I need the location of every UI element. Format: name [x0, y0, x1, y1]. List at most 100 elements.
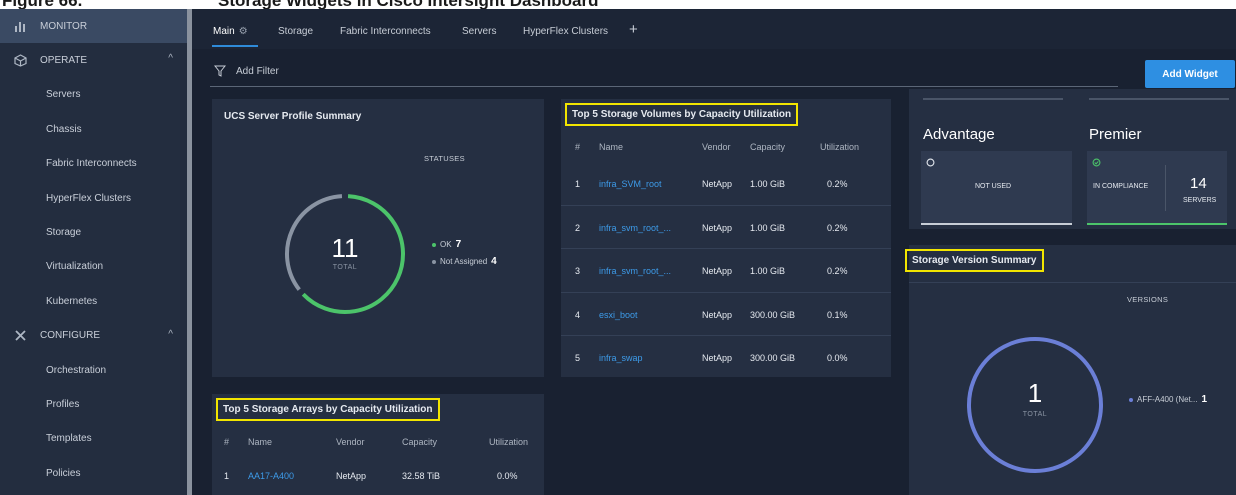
widget-title: Storage Version Summary	[905, 249, 1044, 272]
gear-icon[interactable]: ⚙	[239, 26, 248, 37]
sidebar-item-label: Policies	[46, 467, 81, 479]
sidebar-item-label: Chassis	[46, 123, 82, 135]
widget-title: Top 5 Storage Arrays by Capacity Utiliza…	[216, 398, 440, 421]
volume-name-link[interactable]: infra_SVM_root	[599, 179, 662, 189]
legend-version[interactable]: AFF-A400 (Net... 1	[1129, 394, 1207, 405]
filter-input[interactable]: Add Filter	[236, 66, 279, 77]
sidebar-item-kubernetes[interactable]: Kubernetes	[0, 284, 187, 318]
tab-fabric-interconnects[interactable]: Fabric Interconnects	[340, 26, 431, 37]
sidebar-item-chassis[interactable]: Chassis	[0, 112, 187, 146]
col-header-utilization[interactable]: Utilization	[489, 437, 528, 447]
licensing-widget: Advantage Premier NOT USED IN COMPLIANCE…	[909, 89, 1236, 229]
col-header-name[interactable]: Name	[599, 142, 623, 152]
main-content: Main ⚙ Storage Fabric Interconnects Serve…	[192, 9, 1236, 495]
row-index: 4	[575, 309, 581, 320]
row-divider	[561, 204, 891, 206]
figure-number: Figure 66.	[2, 0, 82, 9]
divider	[909, 282, 1236, 283]
sidebar-item-storage[interactable]: Storage	[0, 215, 187, 249]
sidebar-item-policies[interactable]: Policies	[0, 456, 187, 490]
sidebar-item-servers[interactable]: Servers	[0, 78, 187, 112]
not-assigned-dot-icon	[432, 259, 436, 264]
advantage-status-box[interactable]: NOT USED	[921, 151, 1072, 225]
sidebar-item-configure[interactable]: CONFIGURE ^	[0, 319, 187, 353]
sidebar-item-monitor[interactable]: MONITOR	[0, 9, 187, 43]
sidebar-item-label: MONITOR	[40, 20, 88, 32]
volume-name-link[interactable]: esxi_boot	[599, 310, 638, 320]
col-header-capacity[interactable]: Capacity	[750, 142, 785, 152]
volume-utilization: 0.1%	[827, 309, 848, 320]
premier-status-box[interactable]: IN COMPLIANCE 14 SERVERS	[1087, 151, 1227, 225]
volume-capacity: 300.00 GiB	[750, 353, 796, 363]
sidebar-item-label: Kubernetes	[46, 295, 98, 307]
sidebar-item-label: HyperFlex Clusters	[46, 192, 132, 204]
volume-vendor: NetApp	[702, 309, 733, 320]
row-index: 2	[575, 222, 581, 233]
col-header-name[interactable]: Name	[248, 437, 272, 447]
volume-utilization: 0.0%	[827, 353, 848, 363]
figure-title: Storage Widgets in Cisco Intersight Dash…	[218, 0, 599, 9]
volume-name-link[interactable]: infra_svm_root_...	[599, 223, 671, 233]
total-label: TOTAL	[332, 264, 358, 271]
sidebar-item-label: OPERATE	[40, 54, 88, 66]
storage-volumes-widget: Top 5 Storage Volumes by Capacity Utiliz…	[561, 99, 891, 377]
array-name-link[interactable]: AA17-A400	[248, 471, 294, 481]
sidebar-item-hyperflex-clusters[interactable]: HyperFlex Clusters	[0, 181, 187, 215]
volume-name-link[interactable]: infra_swap	[599, 353, 643, 363]
figure-caption: Figure 66. Storage Widgets in Cisco Inte…	[0, 0, 1236, 9]
row-divider	[561, 335, 891, 336]
tab-servers[interactable]: Servers	[462, 26, 496, 37]
add-tab-button[interactable]: +	[629, 21, 638, 38]
tab-hyperflex-clusters[interactable]: HyperFlex Clusters	[523, 26, 608, 37]
sidebar-item-operate[interactable]: OPERATE ^	[0, 43, 187, 77]
check-circle-icon	[1092, 158, 1101, 167]
volume-vendor: NetApp	[702, 179, 733, 189]
sidebar-item-templates[interactable]: Templates	[0, 422, 187, 456]
col-header-vendor[interactable]: Vendor	[336, 437, 365, 447]
tab-main[interactable]: Main ⚙	[213, 26, 248, 37]
premier-unit: SERVERS	[1183, 197, 1217, 204]
tab-storage[interactable]: Storage	[278, 26, 313, 37]
array-vendor: NetApp	[336, 471, 367, 481]
volume-name-link[interactable]: infra_svm_root_...	[599, 266, 671, 276]
sidebar-item-fabric-interconnects[interactable]: Fabric Interconnects	[0, 147, 187, 181]
sidebar-item-label: Virtualization	[46, 261, 104, 273]
versions-label: VERSIONS	[1127, 295, 1169, 304]
tab-main-label: Main	[213, 26, 235, 37]
row-index: 1	[224, 471, 230, 481]
sidebar-item-label: Storage	[46, 226, 82, 238]
col-header-vendor[interactable]: Vendor	[702, 142, 731, 152]
sidebar-item-profiles[interactable]: Profiles	[0, 387, 187, 421]
dashboard-tabs: Main ⚙ Storage Fabric Interconnects Serve…	[192, 9, 1236, 49]
version-total-label: TOTAL	[1022, 411, 1048, 418]
volume-utilization: 0.2%	[827, 179, 848, 189]
sidebar-item-label: Profiles	[46, 398, 80, 410]
legend-value: 4	[491, 256, 497, 267]
legend-not-assigned[interactable]: Not Assigned 4	[432, 256, 497, 267]
row-divider	[561, 248, 891, 249]
divider	[1165, 165, 1166, 211]
ok-dot-icon	[432, 242, 436, 247]
sidebar-item-label: Orchestration	[46, 364, 107, 376]
filter-underline	[210, 86, 1118, 87]
chevron-up-icon[interactable]: ^	[168, 53, 173, 64]
sidebar-item-orchestration[interactable]: Orchestration	[0, 353, 187, 387]
legend-ok[interactable]: OK 7	[432, 239, 461, 250]
active-tab-indicator	[212, 45, 258, 47]
col-header-capacity[interactable]: Capacity	[402, 437, 437, 447]
legend-label: AFF-A400 (Net...	[1137, 395, 1198, 404]
col-header-utilization[interactable]: Utilization	[820, 142, 859, 152]
sidebar-item-virtualization[interactable]: Virtualization	[0, 250, 187, 284]
add-widget-button[interactable]: Add Widget	[1145, 60, 1235, 88]
volume-vendor: NetApp	[702, 222, 733, 233]
sidebar-item-label: Fabric Interconnects	[46, 158, 137, 170]
widget-title: UCS Server Profile Summary	[224, 111, 362, 122]
widget-title: Top 5 Storage Volumes by Capacity Utiliz…	[565, 103, 799, 126]
filter-icon[interactable]	[214, 65, 226, 77]
divider	[1089, 98, 1229, 100]
storage-version-widget: Storage Version Summary VERSIONS 1 TOTAL…	[905, 245, 1236, 495]
chevron-up-icon[interactable]: ^	[168, 329, 173, 340]
total-count: 11	[331, 233, 359, 263]
row-index: 5	[575, 353, 581, 363]
row-index: 1	[575, 179, 581, 189]
